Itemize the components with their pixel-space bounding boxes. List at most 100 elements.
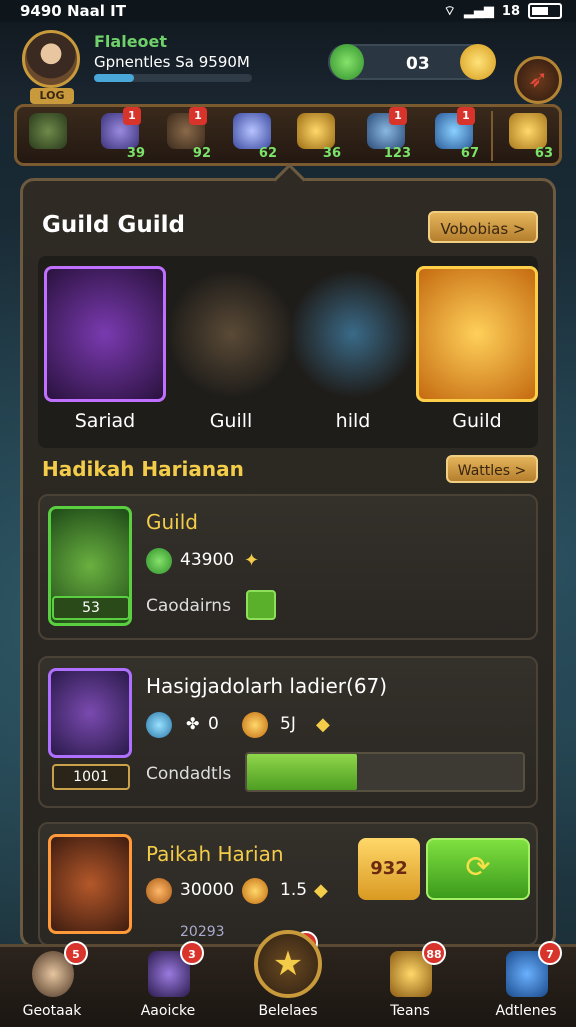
daily-card-title: Guild	[146, 510, 198, 534]
status-time: 9490 Naal IT	[20, 2, 126, 20]
player-subtitle: Gpnentles Sa 9590M	[94, 53, 250, 71]
nav-label: Aaoicke	[140, 1003, 196, 1019]
hero-name: hild	[335, 410, 371, 432]
nav-label: Adtlenes	[495, 1003, 557, 1019]
coin-icon	[460, 44, 496, 80]
strip-divider	[491, 111, 493, 161]
daily-card-label: Caodairns	[146, 596, 231, 616]
item-count: 123	[383, 146, 411, 161]
item-badge: 1	[189, 107, 207, 125]
leaf-icon	[146, 548, 172, 574]
nav-label: Belelaes	[258, 1003, 318, 1019]
daily-card-sub: 20293	[180, 924, 225, 940]
coin-icon	[242, 712, 268, 738]
heart-icon	[246, 590, 276, 620]
item-count: 62	[258, 146, 277, 161]
star-icon[interactable]: ★	[254, 930, 322, 998]
item-slot[interactable]: 1 92	[159, 107, 213, 161]
hero-card[interactable]	[44, 266, 166, 402]
daily-card-progress	[245, 752, 525, 792]
item-slot[interactable]	[21, 111, 75, 161]
item-slot[interactable]: 1 39	[93, 107, 147, 161]
item-badge: 1	[457, 107, 475, 125]
item-slot[interactable]: 1 123	[359, 107, 413, 161]
item-strip: 1 39 1 92 62 36 1 123 1 67 63	[14, 104, 562, 166]
nav-badge: 5	[64, 941, 88, 965]
trophy-icon	[297, 113, 335, 149]
nav-label: Geotaak	[22, 1003, 82, 1019]
daily-card-title: Hasigjadolarh ladier(67)	[146, 674, 388, 698]
nav-badge: 7	[538, 941, 562, 965]
guild-view-button[interactable]: Vobobias >	[428, 211, 538, 243]
signal-icon: ▂▄▆	[463, 3, 494, 19]
item-badge: 1	[389, 107, 407, 125]
currency-display[interactable]: 03	[328, 44, 496, 80]
coin-icon	[242, 878, 268, 904]
nav-label: Teans	[390, 1003, 430, 1019]
daily-card-image	[48, 668, 132, 758]
tag-value: 53	[82, 600, 100, 616]
gold-bar-icon: ◆	[316, 714, 330, 735]
status-bar: 9490 Naal IT ⌔ ▂▄▆ 18	[0, 0, 576, 22]
item-count: 39	[126, 146, 145, 161]
nav-item[interactable]: 3 Aaoicke	[120, 941, 216, 1027]
nav-item[interactable]: 88 Teans	[362, 941, 458, 1027]
player-avatar[interactable]	[22, 30, 80, 88]
potion-icon	[233, 113, 271, 149]
hero-portrait-icon	[29, 113, 67, 149]
hero-card[interactable]	[416, 266, 538, 402]
progress-fill	[247, 754, 358, 790]
daily-card[interactable]: 53 Guild 43900 ✦ Caodairns	[38, 494, 538, 640]
daily-card-tag: 53	[52, 596, 130, 620]
daily-card-v1: 0	[208, 714, 219, 734]
paw-icon: ✤	[186, 714, 200, 733]
currency-value: 03	[406, 54, 430, 74]
daily-card-v2: 1.5	[280, 880, 308, 900]
xp-bar	[94, 74, 252, 82]
gem-icon	[330, 44, 364, 80]
item-count: 63	[534, 146, 553, 161]
daily-card-value: 43900	[180, 550, 235, 570]
item-slot[interactable]: 62	[225, 111, 279, 161]
item-count: 67	[460, 146, 479, 161]
item-slot[interactable]: 1 67	[427, 107, 481, 161]
player-header: LOG Flaleoet Gpnentles Sa 9590M 03 ➶	[0, 22, 576, 104]
leaf-icon	[146, 712, 172, 738]
daily-view-button[interactable]: Wattles >	[446, 455, 538, 483]
hero-name: Sariad	[74, 410, 136, 432]
tag-value: 1001	[73, 769, 109, 785]
refresh-icon: ⟳	[465, 850, 491, 885]
nav-item[interactable]: 5 Geotaak	[4, 941, 100, 1027]
player-name: Flaleoet	[94, 32, 168, 51]
nav-item[interactable]: 7 Adtlenes	[478, 941, 574, 1027]
item-count: 36	[322, 146, 341, 161]
refresh-button[interactable]: ⟳	[426, 838, 530, 900]
daily-card-title: Paikah Harian	[146, 842, 284, 866]
hero-name: Guild	[452, 410, 502, 432]
battery-icon	[528, 3, 562, 19]
daily-card-v2: 5J	[280, 714, 296, 734]
daily-title: Hadikah Harianan	[42, 457, 244, 481]
status-right-text: 18	[501, 3, 520, 19]
guild-title: Guild Guild	[42, 212, 185, 238]
nav-badge: 88	[422, 941, 446, 965]
item-slot[interactable]: 36	[289, 111, 343, 161]
status-icons: ⌔ ▂▄▆ 18	[444, 3, 562, 19]
item-slot[interactable]: 63	[501, 111, 555, 161]
hero-name: Guill	[209, 410, 253, 432]
xp-bar-fill	[94, 74, 134, 82]
item-badge: 1	[123, 107, 141, 125]
fire-icon	[146, 878, 172, 904]
daily-card-label: Condadtls	[146, 764, 232, 784]
wifi-icon: ⌔	[443, 4, 456, 19]
daily-card-tag: 1001	[52, 764, 130, 790]
player-level-badge: LOG	[30, 88, 74, 104]
hero-card[interactable]	[292, 266, 414, 402]
gold-bar-icon: ◆	[314, 880, 328, 901]
nav-badge: 3	[180, 941, 204, 965]
claim-gold-button[interactable]: 932	[358, 838, 420, 900]
hero-card[interactable]	[170, 266, 292, 402]
sparkle-icon: ✦	[244, 550, 260, 571]
quest-scroll-button[interactable]: ➶	[514, 56, 562, 104]
item-count: 92	[192, 146, 211, 161]
